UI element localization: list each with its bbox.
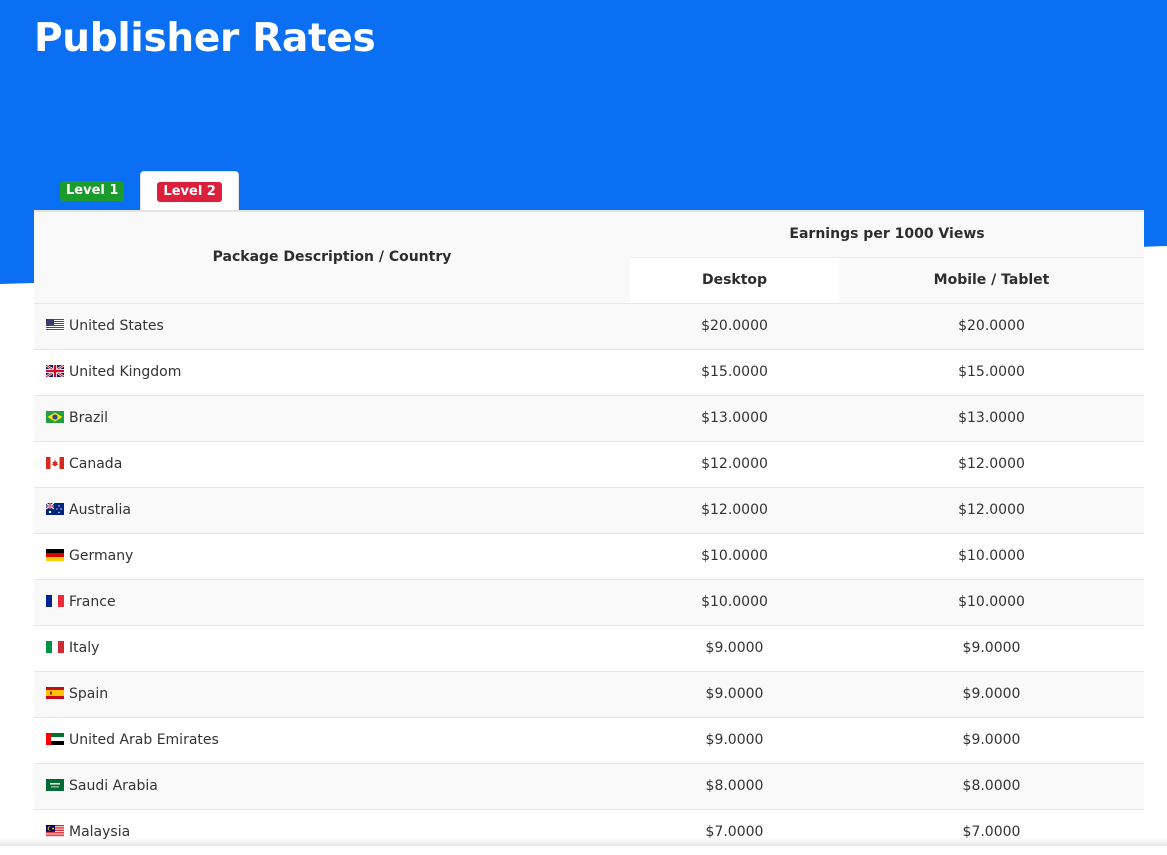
us-flag-icon: [46, 319, 64, 331]
level-2-badge: Level 2: [157, 181, 222, 202]
mobile-tablet-rate: $12.0000: [839, 487, 1145, 533]
sa-flag-icon: [46, 779, 64, 791]
table-row: Spain $9.0000 $9.0000: [34, 671, 1145, 717]
desktop-rate: $10.0000: [701, 548, 768, 564]
country-name: Germany: [69, 548, 134, 564]
country-name: United States: [69, 318, 164, 334]
table-row: Malaysia $7.0000 $7.0000: [34, 809, 1145, 855]
my-flag-icon: [46, 825, 64, 838]
table-row: Germany $10.0000 $10.0000: [34, 533, 1145, 579]
mobile-tablet-rate: $9.0000: [839, 671, 1145, 717]
it-flag-icon: [46, 641, 64, 653]
table-row: United Kingdom $15.0000 $15.0000: [34, 349, 1145, 395]
level-tabs: Level 1 Level 2: [44, 171, 239, 211]
table-row: United Arab Emirates $9.0000 $9.0000: [34, 717, 1145, 763]
desktop-rate: $10.0000: [630, 579, 839, 625]
table-row: United States $20.0000 $20.0000: [34, 303, 1145, 349]
header-desktop: Desktop: [630, 256, 839, 303]
country-cell: Australia: [34, 487, 630, 533]
country-cell: Germany: [34, 533, 630, 579]
au-flag-icon: [46, 503, 64, 515]
mobile-tablet-rate: $13.0000: [839, 395, 1145, 441]
table-row: Canada $12.0000 $12.0000: [34, 441, 1145, 487]
desktop-rate: $8.0000: [630, 763, 839, 809]
tab-level-1[interactable]: Level 1: [44, 171, 140, 211]
mobile-tablet-rate: $9.0000: [962, 732, 1021, 748]
country-cell: Italy: [34, 625, 630, 671]
table-row: France $10.0000 $10.0000: [34, 579, 1145, 625]
desktop-rate: $9.0000: [705, 640, 764, 656]
mobile-tablet-rate: $15.0000: [958, 364, 1025, 380]
country-name: Spain: [69, 686, 109, 702]
table-row: Brazil $13.0000 $13.0000: [34, 395, 1145, 441]
country-name: Saudi Arabia: [69, 778, 158, 794]
country-cell: France: [34, 579, 630, 625]
country-cell: United Arab Emirates: [34, 717, 630, 763]
country-name: Canada: [69, 456, 123, 472]
table-row: Saudi Arabia $8.0000 $8.0000: [34, 763, 1145, 809]
mobile-tablet-rate: $10.0000: [839, 579, 1145, 625]
level-1-badge: Level 1: [60, 181, 125, 201]
country-cell: Canada: [34, 441, 630, 487]
desktop-rate: $9.0000: [705, 732, 764, 748]
country-name: Brazil: [69, 410, 109, 426]
country-name: United Arab Emirates: [69, 732, 219, 748]
mobile-tablet-rate: $20.0000: [839, 303, 1145, 349]
desktop-rate: $15.0000: [701, 364, 768, 380]
header-mobile-tablet: Mobile / Tablet: [839, 256, 1145, 303]
desktop-rate: $7.0000: [705, 824, 764, 841]
country-cell: Malaysia: [34, 809, 630, 855]
desktop-rate: $12.0000: [701, 456, 768, 472]
country-cell: United Kingdom: [34, 349, 630, 395]
table-body: United States $20.0000 $20.0000 United King…: [34, 303, 1145, 855]
desktop-rate: $13.0000: [630, 395, 839, 441]
country-cell: United States: [34, 303, 630, 349]
mobile-tablet-rate: $9.0000: [962, 640, 1021, 656]
header-package-country: Package Description / Country: [34, 210, 630, 303]
rates-table: Package Description / Country Earnings p…: [34, 210, 1145, 855]
mobile-tablet-rate: $8.0000: [839, 763, 1145, 809]
ca-flag-icon: [46, 457, 64, 469]
rates-table-container: Package Description / Country Earnings p…: [34, 210, 1145, 855]
fr-flag-icon: [46, 595, 64, 607]
country-cell: Brazil: [34, 395, 630, 441]
country-cell: Saudi Arabia: [34, 763, 630, 809]
gb-flag-icon: [46, 365, 64, 377]
desktop-rate: $9.0000: [630, 671, 839, 717]
tab-level-2[interactable]: Level 2: [140, 171, 239, 211]
mobile-tablet-rate: $7.0000: [962, 824, 1021, 841]
country-name: Italy: [69, 640, 100, 656]
header-earnings: Earnings per 1000 Views: [630, 210, 1145, 257]
table-row: Italy $9.0000 $9.0000: [34, 625, 1145, 671]
de-flag-icon: [46, 549, 64, 561]
br-flag-icon: [46, 411, 64, 423]
es-flag-icon: [46, 687, 64, 699]
country-name: France: [69, 594, 116, 610]
page-title: Publisher Rates: [34, 16, 376, 61]
mobile-tablet-rate: $10.0000: [958, 548, 1025, 564]
desktop-rate: $20.0000: [630, 303, 839, 349]
country-name: Australia: [69, 502, 131, 518]
country-cell: Spain: [34, 671, 630, 717]
country-name: United Kingdom: [69, 364, 182, 380]
desktop-rate: $12.0000: [630, 487, 839, 533]
bottom-shadow: [0, 838, 1167, 846]
ae-flag-icon: [46, 733, 64, 745]
mobile-tablet-rate: $12.0000: [958, 456, 1025, 472]
table-row: Australia $12.0000 $12.0000: [34, 487, 1145, 533]
